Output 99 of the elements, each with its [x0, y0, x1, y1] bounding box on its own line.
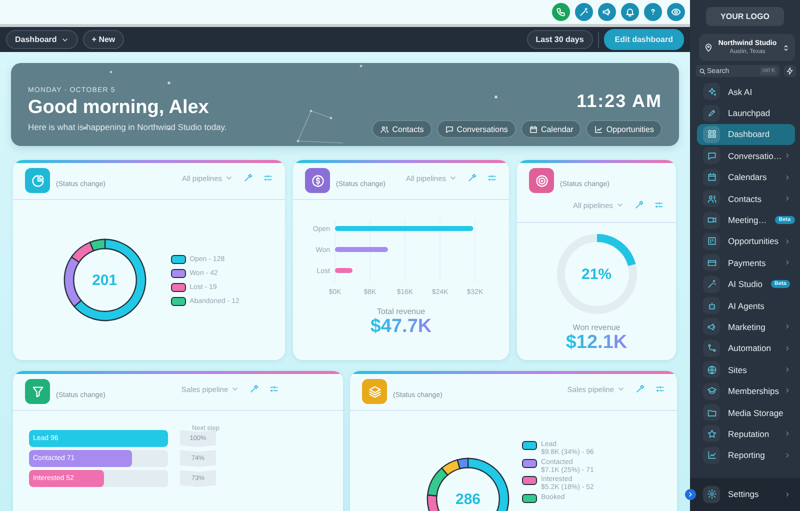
nav-item[interactable]: Opportunities — [697, 230, 795, 252]
caret-icon — [225, 174, 233, 182]
pin-icon — [704, 43, 713, 52]
chevron-icon — [784, 152, 791, 160]
new-button[interactable]: + New — [82, 30, 124, 49]
card-icon — [703, 254, 720, 272]
logo-button[interactable]: YOUR LOGO — [706, 7, 784, 26]
nav-item[interactable]: Dashboard — [697, 124, 795, 146]
announce-button[interactable] — [598, 3, 616, 21]
nav-item[interactable]: Reporting — [697, 444, 795, 466]
greeting-title: Good morning, Alex — [28, 97, 210, 119]
nav-item[interactable]: Ask AI — [697, 81, 795, 102]
sliders-icon[interactable] — [654, 200, 664, 210]
caret-icon — [616, 201, 624, 209]
dropper-icon[interactable] — [467, 173, 477, 183]
nav-item[interactable]: Conversatio… — [697, 145, 795, 167]
caret-icon — [617, 385, 625, 393]
grid-icon — [703, 126, 720, 143]
sliders-icon[interactable] — [487, 173, 497, 183]
dropper-icon[interactable] — [635, 384, 645, 394]
sliders-icon[interactable] — [269, 384, 280, 394]
phone-icon — [556, 7, 566, 17]
chevron-icon — [784, 238, 791, 245]
people-icon — [380, 124, 390, 134]
megaphone-icon — [703, 318, 720, 336]
dropper-icon[interactable] — [243, 173, 253, 183]
chevron-icon — [784, 323, 791, 330]
call-button[interactable] — [552, 3, 570, 21]
caret-icon — [231, 385, 240, 393]
chart-icon — [594, 124, 604, 134]
graduation-cap-icon — [703, 382, 720, 400]
chat-icon — [444, 124, 454, 134]
nav-item[interactable]: AI Agents — [697, 294, 795, 316]
nav-item[interactable]: Media Storage — [697, 402, 795, 424]
chevron-icon — [784, 387, 791, 394]
total-count: 286 — [455, 490, 481, 508]
shortcut-button[interactable]: Contacts — [372, 120, 432, 138]
updown-icon — [782, 44, 790, 52]
globe-icon — [703, 361, 720, 378]
robot-icon — [703, 297, 720, 314]
caret-icon — [449, 174, 457, 182]
nav-item[interactable]: Payments — [697, 252, 795, 274]
chevron-icon — [784, 194, 791, 202]
preview-button[interactable] — [667, 3, 685, 21]
chart-icon — [703, 446, 720, 464]
bolt-icon — [786, 67, 794, 75]
wand-icon — [703, 276, 720, 293]
nav-item[interactable]: Marketing — [697, 316, 795, 338]
eye-icon — [671, 7, 681, 17]
nav-item[interactable]: Launchpad — [697, 102, 795, 124]
sliders-icon[interactable] — [263, 173, 273, 183]
people-icon — [703, 190, 720, 208]
notifications-button[interactable] — [621, 3, 639, 21]
quick-action-button[interactable] — [784, 65, 796, 77]
dashboard-dropdown[interactable]: Dashboard — [6, 30, 78, 49]
wand-icon — [579, 7, 589, 17]
nav-item[interactable]: Sites — [697, 359, 795, 380]
date-range-button[interactable]: Last 30 days — [526, 30, 593, 49]
dropper-icon[interactable] — [249, 384, 260, 394]
calendar-icon — [703, 168, 720, 186]
search-icon — [699, 68, 706, 74]
video-icon — [703, 212, 720, 229]
banner-subtitle: Here is what is happening in Northwind Studio today. — [28, 122, 227, 132]
sparkle-icon — [703, 83, 720, 100]
percent-value: 21% — [581, 266, 612, 282]
folder-icon — [703, 404, 720, 422]
chevron-icon — [687, 491, 694, 498]
dropper-icon[interactable] — [634, 200, 644, 210]
chevron-icon — [784, 259, 791, 266]
chevron-icon — [784, 366, 791, 374]
clock-time: 11:23 AM — [576, 91, 662, 112]
flow-icon — [703, 340, 720, 357]
gear-icon — [703, 486, 720, 503]
chevron-icon — [784, 490, 791, 498]
nav-item[interactable]: Reputation — [697, 423, 795, 445]
nav-item[interactable]: Contacts — [697, 188, 795, 210]
chat-icon — [703, 147, 720, 164]
progress-fill — [596, 234, 636, 266]
help-button[interactable] — [644, 3, 662, 21]
chevron-icon — [784, 452, 791, 459]
bell-icon — [625, 7, 635, 17]
star-icon — [703, 425, 720, 442]
nav-item[interactable]: Automation — [697, 338, 795, 360]
shortcut-button[interactable]: Calendar — [520, 120, 582, 138]
sliders-icon[interactable] — [655, 384, 665, 394]
megaphone-icon — [602, 7, 612, 17]
nav-item[interactable]: Calendars — [697, 166, 795, 188]
magic-button[interactable] — [575, 3, 593, 21]
shortcut-button[interactable]: Conversations — [436, 120, 516, 138]
total-count: 201 — [92, 272, 118, 288]
chart-caption: Total revenue — [376, 307, 426, 316]
calendar-icon — [528, 124, 538, 134]
nav-item[interactable]: Memberships — [697, 380, 795, 402]
chart-caption: Won revenue — [572, 323, 620, 332]
chevron-icon — [784, 174, 791, 181]
shortcut-button[interactable]: Opportunities — [586, 120, 662, 138]
board-icon — [703, 232, 720, 250]
chevron-icon — [784, 430, 791, 438]
chevron-icon — [784, 344, 791, 352]
